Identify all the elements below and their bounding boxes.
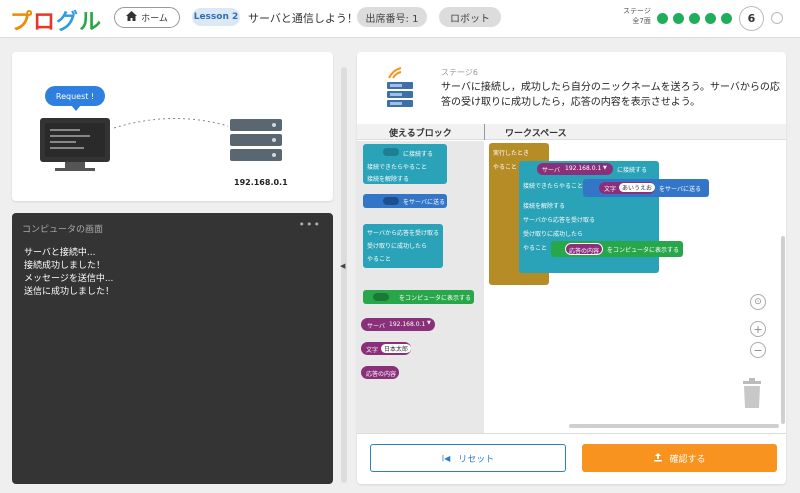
block-palette: に接続する 接続できたらやること 接続を解除する をサーバに送る サーバから応答… [357, 141, 484, 433]
connection-line [113, 117, 229, 129]
home-label: ホーム [141, 14, 168, 24]
palette-receive-block[interactable]: サーバから応答を受け取る 受け取りに成功したら やること [363, 224, 443, 268]
attendance-number-button[interactable]: 出席番号: 1 [357, 7, 427, 27]
server-icon [230, 119, 282, 131]
network-illustration: Request ! 192.168.0.1 [12, 52, 333, 201]
upload-icon [653, 452, 663, 465]
palette-header: 使えるブロック [389, 129, 452, 139]
console-title: コンピュータの画面 [22, 225, 104, 235]
stage-panel: ステージ6 サーバに接続し，成功したら自分のニックネームを送ろう。サーバからの応… [357, 52, 786, 484]
panel-divider[interactable] [341, 67, 347, 483]
stage-dot-2[interactable] [673, 13, 684, 24]
zoom-in-icon[interactable]: + [750, 321, 766, 337]
current-stage-indicator[interactable]: 6 [739, 6, 764, 31]
palette-connect-block[interactable]: に接続する 接続できたらやること 接続を解除する [363, 144, 447, 184]
server-ip-label: 192.168.0.1 [234, 178, 288, 187]
stage-dot-5[interactable] [721, 13, 732, 24]
collapse-arrow-icon[interactable]: ◀ [340, 262, 345, 270]
response-pill[interactable]: 応答の内容 [565, 243, 603, 255]
palette-send-block[interactable]: をサーバに送る [363, 194, 447, 208]
stage-dot-7[interactable] [771, 12, 783, 24]
server-pill[interactable]: サーバ 192.168.0.1 ▼ [537, 163, 613, 175]
console-line: 接続成功しました！ [24, 261, 106, 271]
palette-server-pill[interactable]: サーバ 192.168.0.1 ▼ [361, 318, 435, 331]
console-line: サーバと接続中... [24, 248, 96, 258]
trash-icon[interactable] [741, 378, 763, 408]
workspace-header: ワークスペース [505, 129, 567, 139]
vertical-scrollbar[interactable] [781, 236, 785, 424]
palette-text-pill[interactable]: 文字 日本太郎 [361, 342, 412, 355]
send-to-server-block[interactable]: 文字 あいうえお をサーバに送る [583, 179, 709, 197]
robot-button[interactable]: ロボット [439, 7, 501, 27]
console-line: 送信に成功しました！ [24, 287, 115, 297]
stage-dot-3[interactable] [689, 13, 700, 24]
dropdown-arrow-icon: ▼ [427, 320, 431, 326]
reset-button[interactable]: I◀ リセット [370, 444, 566, 472]
confirm-button[interactable]: 確認する [582, 444, 777, 472]
skip-back-icon: I◀ [441, 453, 451, 463]
stage-dot-4[interactable] [705, 13, 716, 24]
stage-dot-1[interactable] [657, 13, 668, 24]
more-icon[interactable]: ••• [299, 218, 321, 231]
dropdown-arrow-icon: ▼ [603, 165, 607, 171]
top-header: プログル ホーム Lesson 2 サーバと通信しよう！ 出席番号: 1 ロボッ… [0, 0, 800, 38]
recenter-icon[interactable]: ⊙ [750, 294, 766, 310]
stage-count-label: ステージ 全7面 [623, 7, 651, 25]
text-pill[interactable]: 文字 あいうえお [599, 182, 656, 194]
palette-display-block[interactable]: をコンピュータに表示する [363, 290, 474, 304]
lesson-badge: Lesson 2 [192, 8, 240, 26]
home-icon [126, 11, 138, 24]
palette-response-pill[interactable]: 応答の内容 [361, 366, 399, 379]
editor-header: 使えるブロック ワークスペース [357, 124, 786, 140]
home-button[interactable]: ホーム [114, 7, 180, 28]
stage-instruction: サーバに接続し，成功したら自分のニックネームを送ろう。サーバからの応答の受け取り… [441, 82, 780, 108]
zoom-out-icon[interactable]: − [750, 342, 766, 358]
lesson-title: サーバと通信しよう！ [248, 12, 358, 25]
computer-icon [40, 118, 110, 162]
stage-subtitle: ステージ6 [441, 68, 478, 77]
app-logo[interactable]: プログル [10, 4, 102, 36]
horizontal-scrollbar[interactable] [569, 424, 779, 428]
display-block[interactable]: 応答の内容 をコンピュータに表示する [551, 241, 683, 257]
console-line: メッセージを送信中... [24, 274, 114, 284]
request-bubble: Request ! [45, 86, 105, 111]
server-stage-icon [387, 67, 413, 107]
computer-screen-console: コンピュータの画面 ••• サーバと接続中... 接続成功しました！ メッセージ… [12, 213, 333, 484]
